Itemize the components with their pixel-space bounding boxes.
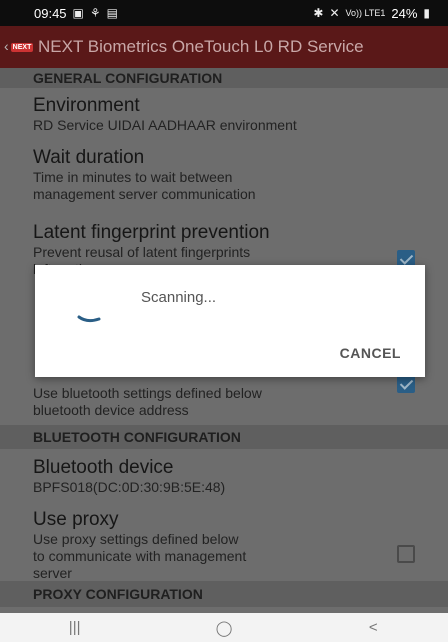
pref-summary-line-1: Use proxy settings defined below xyxy=(33,531,239,547)
pref-bluetooth-device[interactable]: Bluetooth device BPFS018(DC:0D:30:9B:5E:… xyxy=(0,449,448,503)
pref-title: Wait duration xyxy=(33,147,145,168)
pref-title: Environment xyxy=(33,95,140,116)
gallery-notification-icon: ▣ xyxy=(72,6,84,20)
pref-use-bluetooth[interactable]: Use bluetooth settings defined below blu… xyxy=(0,375,448,425)
pref-summary-line-1: Prevent reusal of latent fingerprints xyxy=(33,244,251,260)
pref-summary-line-2: to communicate with management xyxy=(33,548,247,564)
recents-button[interactable]: ||| xyxy=(45,619,105,636)
calendar-notification-icon: ▤ xyxy=(106,6,118,20)
use-bluetooth-checkbox[interactable] xyxy=(397,375,415,393)
section-title: BLUETOOTH CONFIGURATION xyxy=(33,429,241,445)
signal-icon: Vo)) LTE1 xyxy=(345,8,386,18)
pref-summary: RD Service UIDAI AADHAAR environment xyxy=(33,117,297,133)
back-button[interactable]: < xyxy=(343,619,403,636)
app-notification-icon: ⚘ xyxy=(89,6,101,20)
status-right: ✱ ✕ Vo)) LTE1 24% ▮ xyxy=(313,6,430,21)
pref-title: Bluetooth device xyxy=(33,457,174,478)
section-bluetooth-configuration: BLUETOOTH CONFIGURATION xyxy=(0,425,448,449)
pref-summary: BPFS018(DC:0D:30:9B:5E:48) xyxy=(33,479,226,495)
cancel-button[interactable]: CANCEL xyxy=(340,345,401,361)
battery-percent: 24% xyxy=(391,5,418,21)
system-nav-bar: ||| ◯ < xyxy=(0,613,448,642)
pref-summary-line-2: management server communication xyxy=(33,186,256,202)
app-title-bar: ‹ NEXT NEXT Biometrics OneTouch L0 RD Se… xyxy=(0,26,448,68)
section-title: PROXY CONFIGURATION xyxy=(33,586,203,602)
mute-icon: ✕ xyxy=(329,6,340,20)
status-left: 09:45 ▣ ⚘ ▤ xyxy=(34,6,118,21)
app-logo[interactable]: ‹ NEXT xyxy=(4,35,34,59)
pref-summary-line-1: Use bluetooth settings defined below xyxy=(33,385,262,401)
pref-title: Use proxy xyxy=(33,509,119,530)
scanning-dialog: Scanning... CANCEL xyxy=(35,265,425,377)
loading-spinner-icon xyxy=(77,315,101,323)
pref-environment[interactable]: Environment RD Service UIDAI AADHAAR env… xyxy=(0,88,448,142)
pref-summary-line-2: bluetooth device address xyxy=(33,402,189,418)
pref-title: Latent fingerprint prevention xyxy=(33,222,270,243)
use-proxy-checkbox[interactable] xyxy=(397,545,415,563)
dialog-message: Scanning... xyxy=(141,289,217,306)
pref-use-proxy[interactable]: Use proxy Use proxy settings defined bel… xyxy=(0,503,448,581)
next-logo-badge: NEXT xyxy=(10,42,34,52)
back-arrow-icon: ‹ xyxy=(4,38,9,54)
battery-icon: ▮ xyxy=(423,6,430,20)
app-title: NEXT Biometrics OneTouch L0 RD Service xyxy=(38,37,364,56)
section-title: GENERAL CONFIGURATION xyxy=(33,70,223,86)
home-button[interactable]: ◯ xyxy=(194,619,254,637)
pref-summary-line-3: server xyxy=(33,565,72,581)
section-proxy-configuration: PROXY CONFIGURATION xyxy=(0,581,448,607)
pref-summary-line-1: Time in minutes to wait between xyxy=(33,169,233,185)
bluetooth-icon: ✱ xyxy=(313,6,324,20)
section-general-configuration: GENERAL CONFIGURATION xyxy=(0,68,448,88)
status-time: 09:45 xyxy=(34,5,67,21)
status-bar: 09:45 ▣ ⚘ ▤ ✱ ✕ Vo)) LTE1 24% ▮ xyxy=(0,0,448,26)
pref-wait-duration[interactable]: Wait duration Time in minutes to wait be… xyxy=(0,142,448,216)
